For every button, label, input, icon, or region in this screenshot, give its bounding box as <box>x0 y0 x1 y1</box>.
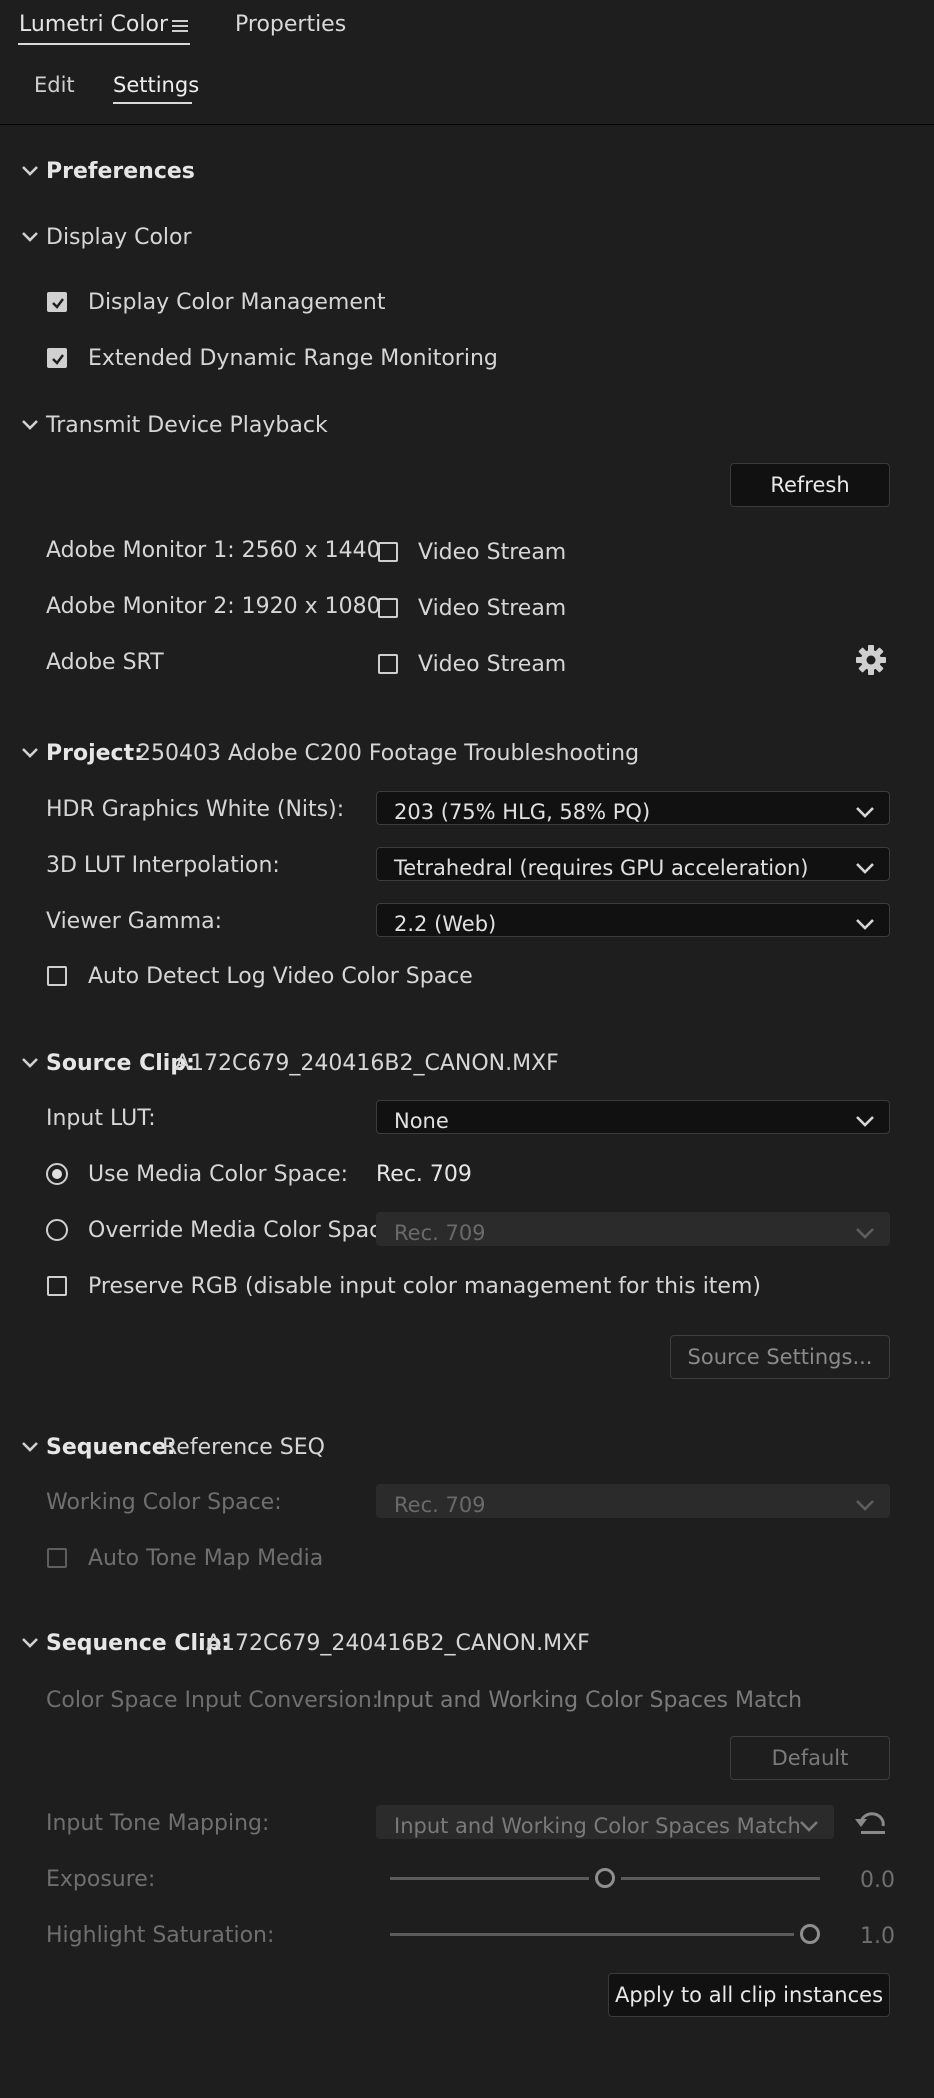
chevron-down-icon <box>855 1110 875 1135</box>
sequence-clip-name: A172C679_240416B2_CANON.MXF <box>206 1631 590 1656</box>
section-preferences-title[interactable]: Preferences <box>46 161 195 183</box>
edr-monitoring-label: Extended Dynamic Range Monitoring <box>88 346 498 371</box>
override-media-color-space-dropdown: Rec. 709 <box>376 1212 890 1246</box>
auto-detect-log-checkbox[interactable] <box>47 966 67 986</box>
chevron-down-icon <box>799 1815 819 1840</box>
input-lut-dropdown[interactable]: None <box>376 1100 890 1134</box>
slider-track <box>390 1933 794 1936</box>
chevron-down-icon[interactable] <box>19 1632 41 1654</box>
gear-icon[interactable] <box>855 644 887 682</box>
subtab-settings[interactable]: Settings <box>113 75 199 96</box>
slider-knob <box>595 1868 615 1888</box>
viewer-gamma-label: Viewer Gamma: <box>46 909 223 934</box>
header-divider <box>0 124 934 125</box>
sequence-name: Reference SEQ <box>162 1435 325 1460</box>
section-source-clip-label[interactable]: Source Clip: <box>46 1053 195 1075</box>
edr-monitoring-checkbox[interactable] <box>47 348 67 368</box>
video-stream-checkbox[interactable] <box>378 542 398 562</box>
video-stream-checkbox[interactable] <box>378 598 398 618</box>
video-stream-label: Video Stream <box>418 652 567 677</box>
input-tone-mapping-label: Input Tone Mapping: <box>46 1811 270 1836</box>
use-media-color-space-radio[interactable] <box>46 1163 68 1185</box>
lut-interpolation-label: 3D LUT Interpolation: <box>46 853 280 878</box>
dropdown-value: Rec. 709 <box>394 1493 486 1517</box>
exposure-label: Exposure: <box>46 1867 156 1892</box>
exposure-value: 0.0 <box>860 1868 895 1893</box>
video-stream-label: Video Stream <box>418 596 567 621</box>
source-settings-button[interactable]: Source Settings... <box>670 1335 890 1379</box>
chevron-down-icon[interactable] <box>19 160 41 182</box>
section-display-color-title[interactable]: Display Color <box>46 227 192 249</box>
hdr-graphics-white-label: HDR Graphics White (Nits): <box>46 797 345 822</box>
slider-track <box>621 1877 820 1880</box>
chevron-down-icon[interactable] <box>19 742 41 764</box>
device-name: Adobe Monitor 1: 2560 x 1440 <box>46 538 381 563</box>
tab-lumetri-color[interactable]: Lumetri Color <box>19 14 168 36</box>
chevron-down-icon <box>855 857 875 882</box>
chevron-down-icon <box>855 913 875 938</box>
active-subtab-underline <box>113 102 192 104</box>
default-button: Default <box>730 1736 890 1780</box>
chevron-down-icon[interactable] <box>19 414 41 436</box>
tab-properties[interactable]: Properties <box>235 14 346 36</box>
dropdown-value: 203 (75% HLG, 58% PQ) <box>394 800 651 824</box>
dropdown-value: None <box>394 1109 449 1133</box>
color-space-input-conversion-value: Input and Working Color Spaces Match <box>376 1688 803 1713</box>
active-tab-underline <box>18 43 190 45</box>
subtab-edit[interactable]: Edit <box>34 75 75 96</box>
hamburger-menu-icon[interactable] <box>172 15 190 40</box>
chevron-down-icon[interactable] <box>19 1436 41 1458</box>
auto-detect-log-label: Auto Detect Log Video Color Space <box>88 964 473 989</box>
working-color-space-dropdown: Rec. 709 <box>376 1484 890 1518</box>
chevron-down-icon[interactable] <box>19 226 41 248</box>
working-color-space-label: Working Color Space: <box>46 1490 282 1515</box>
chevron-down-icon <box>855 1222 875 1247</box>
dropdown-value: Tetrahedral (requires GPU acceleration) <box>394 856 809 880</box>
auto-tone-map-label: Auto Tone Map Media <box>88 1546 324 1571</box>
device-name: Adobe SRT <box>46 650 164 675</box>
input-lut-label: Input LUT: <box>46 1106 156 1131</box>
input-tone-mapping-dropdown: Input and Working Color Spaces Match <box>376 1805 834 1839</box>
display-color-management-checkbox[interactable] <box>47 292 67 312</box>
section-project-label[interactable]: Project: <box>46 743 143 765</box>
highlight-saturation-label: Highlight Saturation: <box>46 1923 275 1948</box>
apply-to-all-clip-instances-button[interactable]: Apply to all clip instances <box>608 1973 890 2017</box>
preserve-rgb-checkbox[interactable] <box>47 1276 67 1296</box>
highlight-saturation-value: 1.0 <box>860 1924 895 1949</box>
display-color-management-label: Display Color Management <box>88 290 386 315</box>
exposure-slider <box>390 1866 820 1892</box>
project-name: 250403 Adobe C200 Footage Troubleshootin… <box>137 741 640 766</box>
auto-tone-map-checkbox <box>47 1548 67 1568</box>
video-stream-checkbox[interactable] <box>378 654 398 674</box>
slider-knob <box>800 1924 820 1944</box>
section-sequence-clip-label[interactable]: Sequence Clip: <box>46 1633 230 1655</box>
use-media-color-space-value: Rec. 709 <box>376 1162 472 1187</box>
video-stream-label: Video Stream <box>418 540 567 565</box>
preserve-rgb-label: Preserve RGB (disable input color manage… <box>88 1274 761 1299</box>
dropdown-value: Input and Working Color Spaces Match <box>394 1814 801 1838</box>
section-transmit-title[interactable]: Transmit Device Playback <box>46 415 328 437</box>
lut-interpolation-dropdown[interactable]: Tetrahedral (requires GPU acceleration) <box>376 847 890 881</box>
reset-icon[interactable] <box>853 1808 889 1842</box>
chevron-down-icon[interactable] <box>19 1052 41 1074</box>
hdr-graphics-white-dropdown[interactable]: 203 (75% HLG, 58% PQ) <box>376 791 890 825</box>
section-sequence-label[interactable]: Sequence: <box>46 1437 176 1459</box>
override-media-color-space-radio[interactable] <box>46 1219 68 1241</box>
use-media-color-space-label: Use Media Color Space: <box>88 1162 349 1187</box>
device-name: Adobe Monitor 2: 1920 x 1080 <box>46 594 381 619</box>
chevron-down-icon <box>855 1494 875 1519</box>
dropdown-value: Rec. 709 <box>394 1221 486 1245</box>
refresh-button[interactable]: Refresh <box>730 463 890 507</box>
dropdown-value: 2.2 (Web) <box>394 912 497 936</box>
slider-track <box>390 1877 589 1880</box>
color-space-input-conversion-label: Color Space Input Conversion: <box>46 1688 380 1713</box>
highlight-saturation-slider <box>390 1922 820 1948</box>
override-media-color-space-label: Override Media Color Space: <box>88 1218 403 1243</box>
source-clip-name: A172C679_240416B2_CANON.MXF <box>175 1051 559 1076</box>
viewer-gamma-dropdown[interactable]: 2.2 (Web) <box>376 903 890 937</box>
chevron-down-icon <box>855 801 875 826</box>
